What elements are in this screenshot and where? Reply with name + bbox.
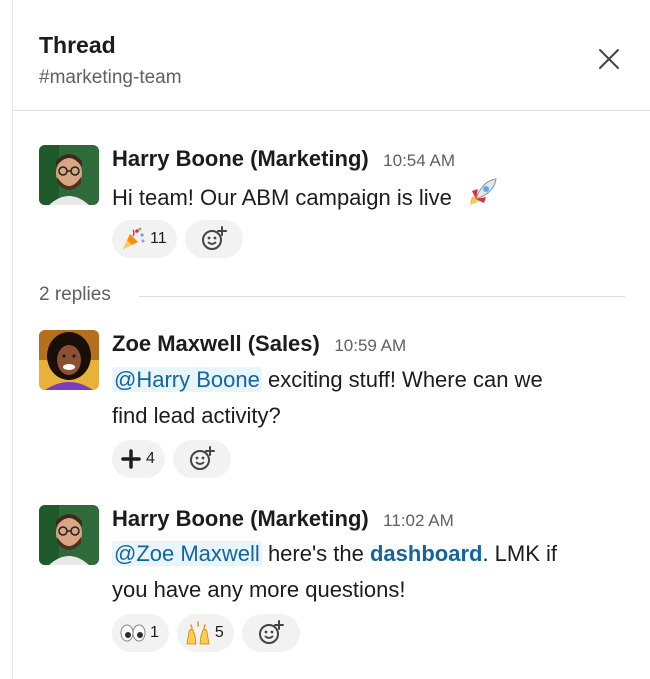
add-reaction-button[interactable] [184, 220, 243, 258]
avatar[interactable] [39, 505, 99, 565]
eyes-icon [120, 624, 146, 642]
author-name[interactable]: Zoe Maxwell (Sales) [112, 331, 320, 356]
channel-name[interactable]: #marketing-team [39, 67, 182, 89]
author-name[interactable]: Harry Boone (Marketing) [112, 146, 369, 171]
message-text-content: exciting stuff! Where can we [261, 367, 543, 392]
thread-header: Thread #marketing-team [13, 0, 650, 111]
message-text-content: you have any more questions! [112, 577, 406, 602]
message-header: Harry Boone (Marketing) 11:02 AM [112, 506, 454, 532]
message-text: @Zoe Maxwell here's the dashboard. LMK i… [112, 536, 612, 608]
reaction-count: 4 [146, 450, 155, 467]
party-popper-icon [123, 227, 145, 249]
message-text-content: . LMK if [482, 541, 558, 566]
reactions: 11 [112, 220, 243, 258]
timestamp[interactable]: 10:59 AM [334, 336, 406, 355]
reactions: 1 5 [112, 614, 300, 652]
reaction-count: 1 [150, 624, 159, 641]
add-emoji-icon [201, 226, 227, 250]
reactions: 4 [112, 440, 231, 478]
reaction-party-popper[interactable]: 11 [112, 220, 177, 258]
message-header: Harry Boone (Marketing) 10:54 AM [112, 146, 455, 172]
message-text: @Harry Boone exciting stuff! Where can w… [112, 362, 612, 434]
replies-count: 2 replies [39, 284, 111, 305]
raised-hands-icon [186, 621, 210, 645]
dashboard-link[interactable]: dashboard [370, 541, 482, 566]
reaction-plus[interactable]: 4 [112, 440, 165, 478]
close-icon [599, 49, 619, 69]
message-text: Hi team! Our ABM campaign is live [112, 175, 612, 216]
divider-line [139, 296, 625, 297]
user-mention[interactable]: @Harry Boone [112, 367, 262, 392]
message-text-content: Hi team! Our ABM campaign is live [112, 185, 452, 210]
message-text-content: find lead activity? [112, 403, 281, 428]
close-button[interactable] [593, 43, 625, 75]
thread-title: Thread [39, 32, 116, 58]
add-emoji-icon [189, 446, 215, 470]
add-emoji-icon [258, 620, 284, 644]
reaction-count: 11 [150, 230, 167, 247]
avatar-zoe-maxwell [39, 330, 99, 390]
reaction-raised-hands[interactable]: 5 [176, 614, 234, 652]
add-reaction-button[interactable] [172, 440, 231, 478]
timestamp[interactable]: 10:54 AM [383, 151, 455, 170]
message-text-content: here's the [261, 541, 370, 566]
avatar-harry-boone [39, 145, 99, 205]
user-mention[interactable]: @Zoe Maxwell [112, 541, 262, 566]
replies-divider: 2 replies [39, 284, 625, 308]
reaction-eyes[interactable]: 1 [112, 614, 169, 652]
add-reaction-button[interactable] [241, 614, 300, 652]
reaction-count: 5 [214, 624, 224, 641]
message-header: Zoe Maxwell (Sales) 10:59 AM [112, 331, 406, 357]
avatar[interactable] [39, 330, 99, 390]
thread-panel: Thread #marketing-team Harry Boone (Mark… [12, 0, 650, 679]
author-name[interactable]: Harry Boone (Marketing) [112, 506, 369, 531]
plus-icon [121, 449, 141, 469]
avatar-harry-boone [39, 505, 99, 565]
avatar[interactable] [39, 145, 99, 205]
rocket-icon [470, 178, 497, 205]
timestamp[interactable]: 11:02 AM [383, 511, 454, 530]
